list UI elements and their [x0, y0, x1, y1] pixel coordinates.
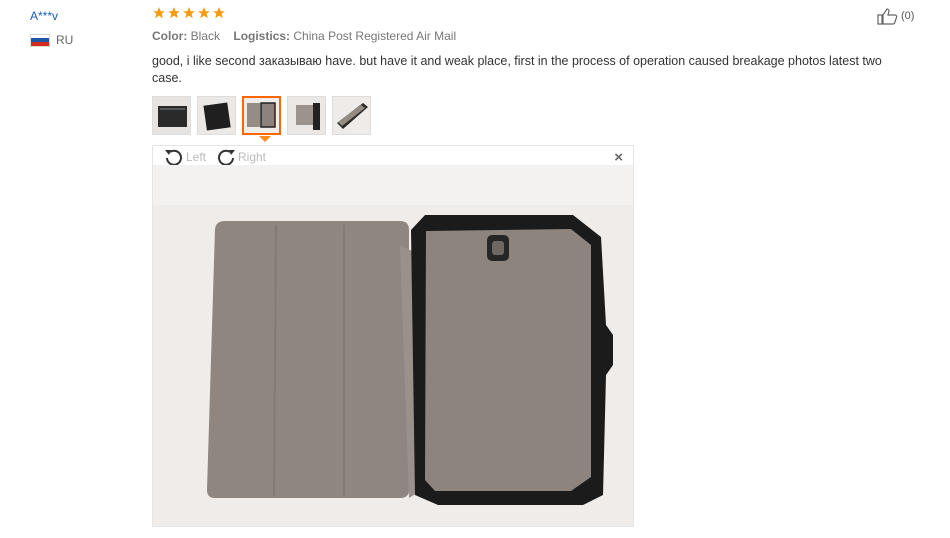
rotate-right-icon[interactable] — [216, 148, 236, 166]
rotate-left-label[interactable]: Left — [186, 150, 206, 164]
helpful-button[interactable]: (0) — [877, 7, 914, 25]
reviewer-country: RU — [30, 33, 73, 47]
rotate-left-button[interactable]: Left — [164, 148, 206, 166]
selected-thumbnail-pointer — [259, 136, 271, 142]
review-photo — [153, 165, 633, 526]
photo-thumbnail[interactable] — [197, 96, 236, 135]
photo-thumbnail-selected[interactable] — [242, 96, 281, 135]
close-icon[interactable]: × — [614, 149, 623, 166]
rotate-right-label[interactable]: Right — [238, 150, 266, 164]
reviewer-name[interactable]: A***v — [30, 9, 58, 23]
country-code: RU — [56, 33, 74, 47]
star-icon — [198, 7, 210, 19]
helpful-count: (0) — [901, 10, 915, 22]
order-info: Color: Black Logistics: China Post Regis… — [152, 29, 466, 43]
color-label: Color: — [152, 29, 188, 43]
star-icon — [183, 7, 195, 19]
photo-viewer: Left Right × — [152, 145, 634, 527]
photo-thumbnail[interactable] — [287, 96, 326, 135]
russia-flag-icon — [30, 33, 50, 47]
logistics-value: China Post Registered Air Mail — [293, 29, 457, 43]
star-rating — [152, 6, 226, 20]
reviewer: A***v — [30, 7, 58, 25]
photo-thumbnail[interactable] — [332, 96, 371, 135]
photo-thumbnail[interactable] — [152, 96, 191, 135]
rotate-right-button[interactable]: Right — [216, 148, 266, 166]
thumbs-up-icon[interactable] — [877, 7, 899, 25]
star-icon — [213, 7, 225, 19]
rotate-left-icon[interactable] — [164, 148, 184, 166]
logistics-label: Logistics: — [233, 29, 291, 43]
star-icon — [153, 7, 165, 19]
star-icon — [168, 7, 180, 19]
photo-thumbnails — [152, 96, 371, 135]
review-text: good, i like second заказываю have. but … — [152, 54, 882, 85]
color-value: Black — [190, 29, 221, 43]
